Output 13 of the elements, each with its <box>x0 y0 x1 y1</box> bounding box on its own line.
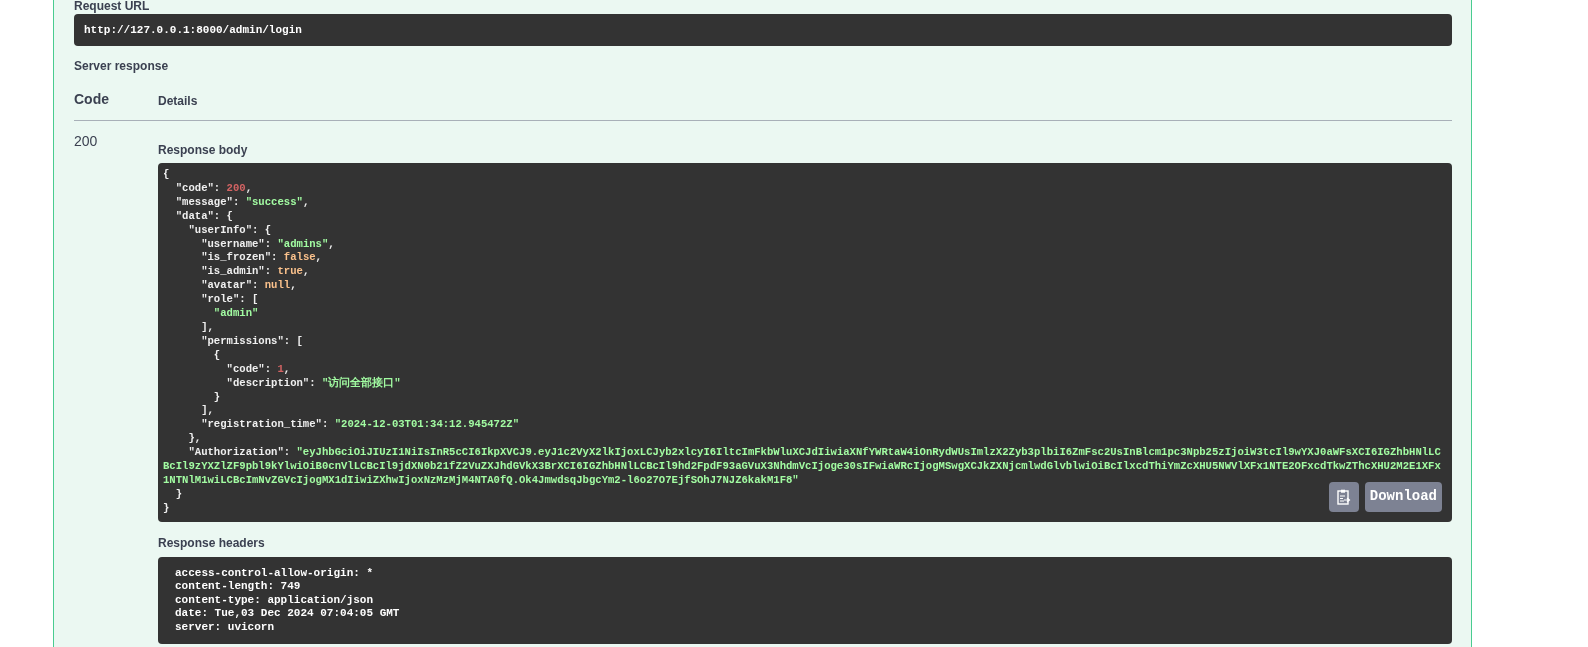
server-response-title: Server response <box>74 58 170 75</box>
column-header: Details <box>158 93 198 110</box>
response-headers-label: Response headers <box>158 534 266 552</box>
clipboard-icon <box>1336 488 1351 505</box>
response-body-label: Response body <box>158 142 249 159</box>
response-code: 200 <box>74 132 99 151</box>
column-header: Code <box>74 90 110 109</box>
request-url-label: Request URL <box>74 0 151 13</box>
response-headers-code: access-control-allow-origin: * content-length: 749 content-type: application/json date: Tue,03 Dec 2024 07:04:05 GMT server: uvicorn <box>158 556 1452 645</box>
response-body-code: { "code": 200, "message": "success", "data": { "userInfo": { "username": "admins", "is_frozen": false, "is_admin": true, "avatar": null, "role": [ "admin" ], "permissions": [ { "code": 1, "description": "访问全部接口" } ], "registration_time": "2024-12-03T01:34:12.945472Z" }, "Authorization": "eyJhbGciOiJIUzI1NiIsInR5cCI6IkpXVCJ9.eyJ1c2VyX2lkIjoxLCJyb2xlcyI6IltcImFkbWluXCJdIiwiaXNfYWRtaW4iOnRydWUsImlzX2Zyb3plbiI6ZmFsc2UsInBlcm1pc3Npb25zIjoiW3tcIl9wYXJ0aWFsXCI6IGZhbHNlLCBcIl9zYXZlZF9pbl9kYlwiOiB0cnVlLCBcIl9jdXN0b21fZ2VuZXJhdGVkX3BrXCI6IGZhbHNlLCBcIl9hd2FpdF93aGVuX3NhdmVcIjoge30sIFwiaWRcIjogMSwgXCJkZXNjcmlwdGlvblwiOiBcIlxcdThiYmZcXHU5NWVlXFx1NTE2OFxcdTkwZThcXHU2M2E1XFx1NTNlM1wiLCBcImNvZGVcIjogMX1dIiwiZXhwIjoxNzMzMjM4NTA0fQ.Ok4JmwdsqJbgcYm2-l6o27O7EjfSOhJ7NJZ6kakM1F8" } } Download <box>158 163 1452 522</box>
copy-button[interactable] <box>1328 481 1359 512</box>
download-button[interactable]: Download <box>1364 481 1442 512</box>
request-url-box: http://127.0.0.1:8000/admin/login <box>74 14 1452 46</box>
